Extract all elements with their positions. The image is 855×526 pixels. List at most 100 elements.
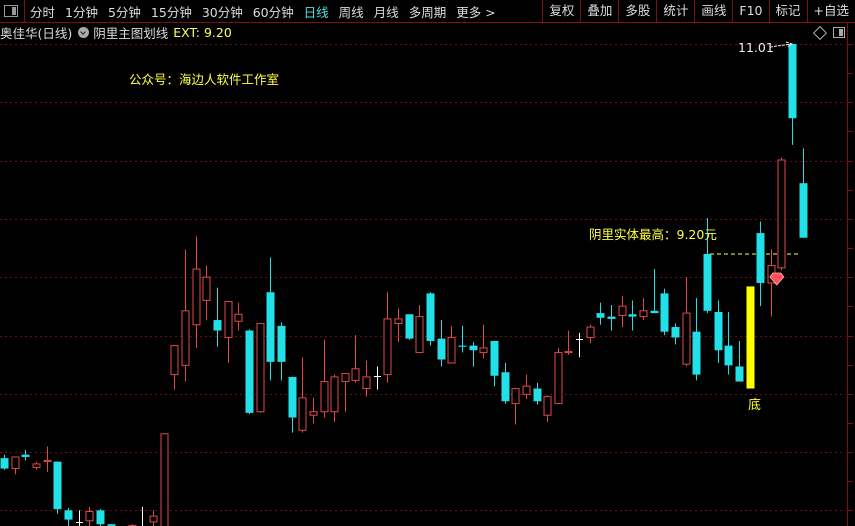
stock-title: 奥佳华(日线) — [0, 25, 73, 41]
candle-body — [639, 310, 648, 318]
candle-body — [298, 397, 307, 431]
candle-body — [469, 345, 478, 351]
candle-body — [32, 463, 41, 468]
info-bar: 奥佳华(日线) 阴里主图划线 EXT: 9.20 — [0, 23, 232, 41]
candle-body — [256, 323, 265, 413]
period-toolbar: 分时 1分钟 5分钟 15分钟 30分钟 60分钟 日线 周线 月线 多周期 更多 > 复权 叠加 多股… — [0, 0, 855, 23]
candle-body — [330, 376, 339, 413]
tool-button-4[interactable]: 画线 — [694, 0, 732, 22]
candle-body — [458, 345, 467, 347]
candle-body — [224, 301, 233, 338]
tool-button-3[interactable]: 统计 — [656, 0, 694, 22]
candle-body — [149, 515, 158, 523]
candle-body — [309, 411, 318, 416]
candle-body — [746, 286, 755, 389]
candle-body — [533, 388, 542, 402]
ext-value: EXT: 9.20 — [173, 24, 232, 40]
candle-body — [511, 388, 520, 405]
candle-body — [628, 314, 637, 317]
candle-body — [277, 325, 286, 362]
candle-body — [671, 327, 680, 338]
candle-body — [53, 461, 62, 510]
candle-body — [554, 352, 563, 405]
candle-body — [64, 510, 73, 520]
bottom-mark: 底 — [748, 398, 762, 413]
tool-button-1[interactable]: 叠加 — [580, 0, 618, 22]
candle-body — [756, 233, 765, 283]
candle-body — [245, 330, 254, 413]
tool-button-6[interactable]: 标记 — [768, 0, 807, 22]
tab-period-10[interactable]: 更多 > — [451, 2, 500, 21]
candle-body — [479, 347, 488, 354]
candle-body — [724, 345, 733, 366]
candle-body — [96, 510, 105, 525]
candle-body — [170, 345, 179, 376]
tab-period-2[interactable]: 5分钟 — [103, 2, 146, 21]
panel-toggle-icon[interactable] — [833, 27, 845, 38]
tab-period-9[interactable]: 多周期 — [404, 2, 452, 21]
candle-body — [320, 381, 329, 413]
candle-body — [543, 396, 552, 416]
candle-body — [692, 331, 701, 375]
candle-body — [788, 44, 797, 119]
candle-body — [288, 376, 297, 418]
candle-body — [405, 314, 414, 339]
candle-body — [181, 310, 190, 366]
candle-body — [383, 318, 392, 376]
candle-body — [735, 366, 744, 382]
candle-body — [522, 385, 531, 395]
candle-body — [682, 312, 691, 365]
high-price-label: 11.01 — [738, 40, 774, 55]
max-body-label: 阴里实体最高：9.20元 — [589, 227, 717, 242]
candle-body — [501, 372, 510, 402]
candle-body — [351, 368, 360, 381]
candle-body — [660, 293, 669, 332]
right-toolbar: 复权 叠加 多股 统计 画线 F10 标记 +自选 — [542, 0, 855, 22]
tool-button-5[interactable]: F10 — [732, 0, 768, 22]
sidebar-toggle-icon[interactable] — [4, 5, 18, 17]
period-tabs: 分时 1分钟 5分钟 15分钟 30分钟 60分钟 日线 周线 月线 多周期 更多 > — [25, 2, 501, 21]
candle-body — [447, 336, 456, 364]
tab-period-6[interactable]: 日线 — [299, 2, 334, 21]
candle-body — [799, 183, 808, 238]
candle-body — [213, 320, 222, 331]
candle-body — [202, 276, 211, 301]
tab-period-3[interactable]: 15分钟 — [146, 2, 197, 21]
candle-body — [0, 458, 9, 469]
tool-button-2[interactable]: 多股 — [618, 0, 656, 22]
candle-body — [618, 305, 627, 316]
candle-body — [426, 293, 435, 341]
tab-period-5[interactable]: 60分钟 — [248, 2, 299, 21]
tab-period-1[interactable]: 1分钟 — [60, 2, 103, 21]
candle-body — [777, 159, 786, 269]
candle-body — [192, 268, 201, 326]
tool-button-7[interactable]: +自选 — [806, 0, 855, 22]
candle-body — [437, 338, 446, 360]
candle-body — [341, 372, 350, 383]
tab-period-4[interactable]: 30分钟 — [197, 2, 248, 21]
candle-body — [85, 510, 94, 522]
candle-body — [160, 433, 169, 526]
wechat-label: 公众号：海边人软件工作室 — [129, 72, 280, 87]
candle-body — [714, 311, 723, 351]
candle-body — [394, 318, 403, 325]
indicator-name[interactable]: 阴里主图划线 — [93, 23, 168, 42]
candle-body — [234, 313, 243, 322]
tab-period-8[interactable]: 月线 — [369, 2, 404, 21]
candle-body — [43, 459, 52, 463]
candle-body — [650, 310, 659, 314]
candle-body — [266, 292, 275, 362]
candle-body — [703, 253, 712, 311]
candle-body — [607, 316, 616, 319]
candle-body — [415, 316, 424, 354]
candle-body — [362, 376, 371, 390]
candle-body — [564, 350, 573, 354]
tab-period-0[interactable]: 分时 — [25, 2, 60, 21]
chevron-down-icon[interactable] — [78, 26, 90, 38]
candle-body — [11, 456, 20, 470]
candle-body — [586, 326, 595, 338]
tool-button-0[interactable]: 复权 — [542, 0, 580, 22]
candle-body — [21, 454, 30, 457]
tab-period-7[interactable]: 周线 — [334, 2, 369, 21]
candle-body — [490, 340, 499, 376]
